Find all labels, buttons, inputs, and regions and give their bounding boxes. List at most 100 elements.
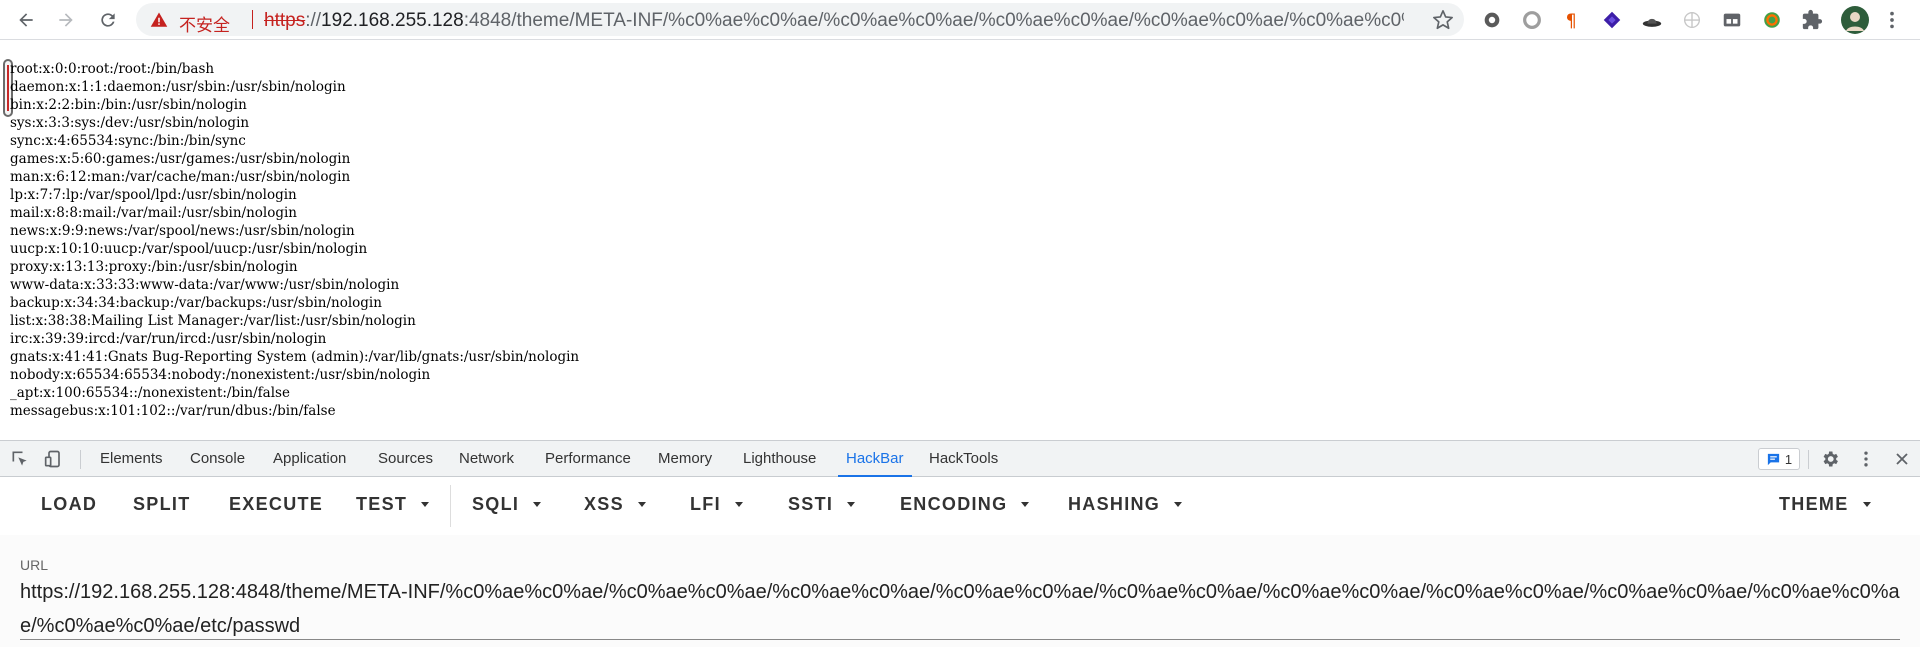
sqli-label: SQLI: [472, 494, 520, 514]
tab-lighthouse[interactable]: Lighthouse: [743, 441, 816, 477]
caret-down-icon: [1021, 502, 1030, 507]
close-icon[interactable]: [1892, 449, 1912, 469]
tab-elements[interactable]: Elements: [100, 441, 163, 477]
passwd-line: lp:x:7:7:lp:/var/spool/lpd:/usr/sbin/nol…: [10, 187, 297, 203]
xss-label: XSS: [584, 494, 624, 514]
caret-down-icon: [533, 502, 542, 507]
passwd-line: www-data:x:33:33:www-data:/var/www:/usr/…: [10, 277, 400, 293]
ssti-label: SSTI: [788, 494, 834, 514]
tab-memory[interactable]: Memory: [658, 441, 712, 477]
hashing-dropdown[interactable]: HASHING: [1068, 494, 1183, 515]
ssti-dropdown[interactable]: SSTI: [788, 494, 856, 515]
address-url[interactable]: https://192.168.255.128:4848/theme/META-…: [264, 10, 1404, 32]
encoding-label: ENCODING: [900, 494, 1008, 514]
devtools-menu-icon[interactable]: [1856, 449, 1876, 469]
message-icon: [1767, 453, 1779, 465]
profile-avatar-icon[interactable]: [1841, 6, 1869, 34]
extension-hat-icon[interactable]: [1641, 9, 1663, 31]
load-button[interactable]: LOAD: [41, 494, 97, 515]
caret-down-icon: [734, 502, 743, 507]
execute-label: EXECUTE: [229, 494, 324, 514]
test-dropdown[interactable]: TEST: [356, 494, 430, 515]
passwd-line: proxy:x:13:13:proxy:/bin:/usr/sbin/nolog…: [10, 259, 298, 275]
extension-globe-icon[interactable]: [1681, 9, 1703, 31]
passwd-line: games:x:5:60:games:/usr/games:/usr/sbin/…: [10, 151, 351, 167]
tab-application[interactable]: Application: [273, 441, 346, 477]
security-divider: [252, 10, 253, 29]
reload-icon: [101, 13, 115, 27]
hashing-label: HASHING: [1068, 494, 1161, 514]
passwd-line: backup:x:34:34:backup:/var/backups:/usr/…: [10, 295, 382, 311]
extension-gear-icon[interactable]: [1481, 9, 1503, 31]
passwd-line: irc:x:39:39:ircd:/var/run/ircd:/usr/sbin…: [10, 331, 327, 347]
lfi-label: LFI: [690, 494, 721, 514]
url-input[interactable]: https://192.168.255.128:4848/theme/META-…: [20, 575, 1900, 643]
url-protocol: https: [264, 10, 306, 31]
passwd-line: sync:x:4:65534:sync:/bin:/bin/sync: [10, 133, 246, 149]
passwd-line: man:x:6:12:man:/var/cache/man:/usr/sbin/…: [10, 169, 351, 185]
theme-label: THEME: [1779, 494, 1849, 514]
bookmark-star-icon[interactable]: [1432, 9, 1454, 31]
passwd-line: bin:x:2:2:bin:/bin:/usr/sbin/nologin: [10, 97, 247, 113]
not-secure-label[interactable]: 不安全: [179, 11, 230, 36]
tab-console[interactable]: Console: [190, 441, 245, 477]
passwd-line: messagebus:x:101:102::/var/run/dbus:/bin…: [10, 403, 336, 419]
extension-ring-icon[interactable]: [1521, 9, 1543, 31]
url-path: :4848/theme/META-INF/%c0%ae%c0%ae/%c0%ae…: [463, 10, 1404, 31]
warning-icon[interactable]: [150, 11, 168, 29]
devtools-tab-bar: Elements Console Application Sources Net…: [0, 440, 1920, 477]
tab-sources[interactable]: Sources: [378, 441, 433, 477]
tab-hackbar[interactable]: HackBar: [838, 441, 912, 477]
tab-network[interactable]: Network: [459, 441, 514, 477]
split-label: SPLIT: [133, 494, 191, 514]
url-input-underline: [20, 639, 1900, 640]
extension-sync-icon[interactable]: [1761, 9, 1783, 31]
issues-badge[interactable]: 1: [1758, 448, 1800, 470]
tab-performance[interactable]: Performance: [545, 441, 631, 477]
settings-gear-icon[interactable]: [1820, 449, 1840, 469]
hackbar-url-area: URL https://192.168.255.128:4848/theme/M…: [0, 535, 1920, 647]
encoding-dropdown[interactable]: ENCODING: [900, 494, 1030, 515]
hackbar-toolbar: LOAD SPLIT EXECUTE TEST SQLI XSS LFI SST…: [0, 477, 1920, 535]
inspect-element-icon[interactable]: [10, 449, 30, 469]
theme-dropdown[interactable]: THEME: [1779, 494, 1871, 515]
tab-hacktools[interactable]: HackTools: [929, 441, 998, 477]
more-vert-icon[interactable]: [1881, 9, 1903, 31]
lfi-dropdown[interactable]: LFI: [690, 494, 743, 515]
url-field-label: URL: [20, 557, 49, 573]
reload-button[interactable]: [94, 6, 122, 34]
url-separator: ://: [305, 10, 322, 31]
sqli-dropdown[interactable]: SQLI: [472, 494, 542, 515]
caret-down-icon: [421, 502, 430, 507]
xss-dropdown[interactable]: XSS: [584, 494, 646, 515]
toolbar-divider: [450, 485, 451, 527]
passwd-file-content: root:x:0:0:root:/root:/bin/bash daemon:x:…: [10, 60, 579, 420]
split-button[interactable]: SPLIT: [133, 494, 191, 515]
svg-text:¶: ¶: [1566, 11, 1577, 31]
extension-window-icon[interactable]: [1721, 9, 1743, 31]
caret-down-icon: [1862, 502, 1871, 507]
passwd-line: root:x:0:0:root:/root:/bin/bash: [10, 61, 215, 77]
execute-button[interactable]: EXECUTE: [229, 494, 323, 515]
passwd-line: _apt:x:100:65534::/nonexistent:/bin/fals…: [10, 385, 290, 401]
back-button[interactable]: [12, 6, 40, 34]
load-label: LOAD: [41, 494, 98, 514]
passwd-line: news:x:9:9:news:/var/spool/news:/usr/sbi…: [10, 223, 355, 239]
back-arrow-icon: [19, 13, 33, 27]
tab-divider: [1808, 450, 1809, 469]
passwd-line: uucp:x:10:10:uucp:/var/spool/uucp:/usr/s…: [10, 241, 368, 257]
passwd-line: gnats:x:41:41:Gnats Bug-Reporting System…: [10, 349, 580, 365]
passwd-line: list:x:38:38:Mailing List Manager:/var/l…: [10, 313, 416, 329]
device-toolbar-icon[interactable]: [44, 449, 64, 469]
issues-count: 1: [1784, 451, 1793, 467]
puzzle-extensions-icon[interactable]: [1801, 9, 1823, 31]
forward-button[interactable]: [52, 6, 80, 34]
extension-pilcrow-icon[interactable]: ¶: [1561, 9, 1583, 31]
passwd-line: mail:x:8:8:mail:/var/mail:/usr/sbin/nolo…: [10, 205, 297, 221]
browser-toolbar: 不安全 https://192.168.255.128:4848/theme/M…: [0, 0, 1920, 40]
address-bar[interactable]: 不安全 https://192.168.255.128:4848/theme/M…: [136, 3, 1464, 36]
test-label: TEST: [356, 494, 408, 514]
extension-layers-icon[interactable]: [1601, 9, 1623, 31]
caret-down-icon: [1174, 502, 1183, 507]
url-host: 192.168.255.128: [321, 10, 464, 31]
